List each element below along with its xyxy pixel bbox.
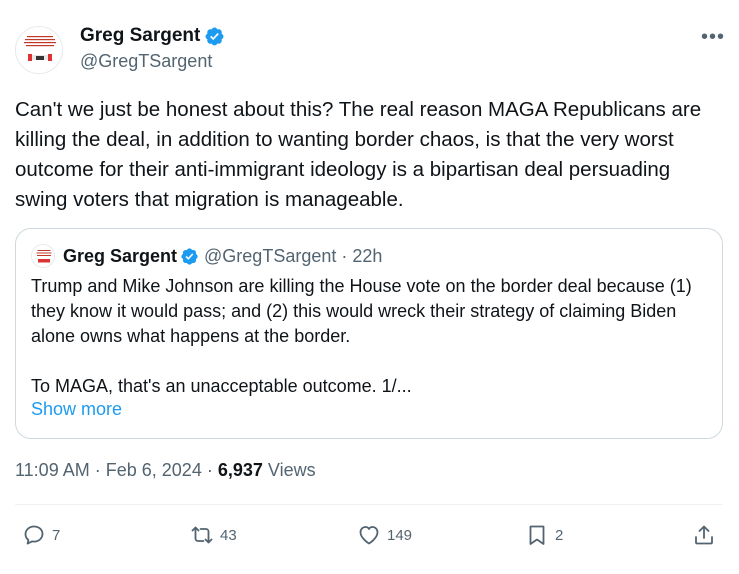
reply-button[interactable]: 7: [22, 518, 60, 552]
quoted-author-avatar: [31, 244, 55, 268]
avatar-image: [16, 27, 62, 73]
quoted-timestamp[interactable]: 22h: [352, 246, 382, 267]
heart-icon: [359, 526, 379, 545]
repost-icon: [191, 526, 213, 544]
tweet-text: Can't we just be honest about this? The …: [15, 98, 702, 211]
views-label: Views: [267, 460, 316, 480]
quoted-avatar-image: [32, 245, 54, 267]
bookmark-count: 2: [555, 526, 564, 544]
action-bar: 7 43 149 2: [15, 518, 723, 552]
views-count: 6,937: [217, 460, 263, 480]
author-name[interactable]: Greg Sargent: [80, 25, 200, 47]
more-options-icon[interactable]: •••: [701, 26, 725, 49]
author-avatar[interactable]: [15, 26, 63, 74]
tweet-meta: 11:09 AM · Feb 6, 2024 · 6,937 Views: [15, 460, 316, 481]
bookmark-icon: [529, 525, 545, 545]
repost-count: 43: [220, 526, 237, 544]
tweet-date[interactable]: Feb 6, 2024: [106, 460, 202, 480]
author-name-row: Greg Sargent: [80, 24, 225, 48]
divider: [15, 504, 723, 505]
quoted-author-handle: @GregTSargent: [204, 245, 337, 266]
quoted-author-name: Greg Sargent: [63, 245, 178, 266]
reply-count: 7: [52, 526, 61, 544]
like-button[interactable]: 149: [357, 518, 412, 552]
author-handle[interactable]: @GregTSargent: [80, 51, 212, 72]
share-button[interactable]: [692, 518, 716, 552]
reply-icon: [24, 525, 44, 545]
repost-button[interactable]: 43: [190, 518, 237, 552]
quoted-tweet-text: Trump and Mike Johnson are killing the H…: [31, 276, 692, 396]
quoted-separator: ·: [341, 245, 348, 266]
quoted-tweet-header: Greg Sargent @GregTSargent · 22h: [31, 243, 382, 269]
bookmark-button[interactable]: 2: [525, 518, 563, 552]
quoted-verified-badge-icon: [181, 247, 198, 265]
show-more-link[interactable]: Show more: [31, 399, 122, 420]
meta-separator: ·: [206, 460, 213, 480]
share-icon: [695, 525, 713, 545]
quoted-tweet[interactable]: Greg Sargent @GregTSargent · 22h Trump a…: [15, 228, 723, 439]
tweet-header: Greg Sargent @GregTSargent •••: [15, 22, 725, 78]
meta-separator: ·: [94, 460, 101, 480]
verified-badge-icon[interactable]: [204, 26, 225, 47]
tweet-time[interactable]: 11:09 AM: [15, 460, 90, 480]
like-count: 149: [387, 526, 413, 544]
